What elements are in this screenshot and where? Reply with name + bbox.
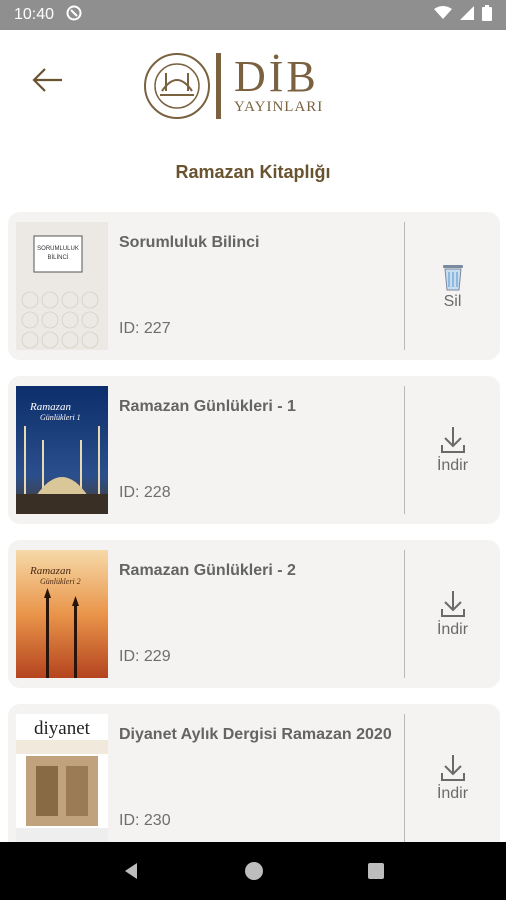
trash-icon [442, 265, 463, 291]
book-id: ID: 228 [119, 484, 171, 501]
download-icon [440, 755, 465, 781]
svg-text:diyanet: diyanet [34, 718, 91, 739]
book-id: ID: 229 [119, 648, 171, 665]
diyanet-seal-icon [144, 53, 210, 119]
book-title: Ramazan Günlükleri - 1 [119, 398, 296, 415]
download-button[interactable]: İndir [405, 704, 500, 852]
book-id: ID: 227 [119, 320, 171, 337]
book-card[interactable]: diyanet Diyanet Aylık Dergisi Ramazan 20… [8, 704, 500, 852]
svg-text:Günlükleri 1: Günlükleri 1 [40, 413, 81, 422]
svg-text:SORUMLULUK: SORUMLULUK [37, 246, 79, 252]
battery-icon [482, 5, 492, 25]
dib-logo: DİB YAYINLARI [142, 50, 362, 122]
book-title: Ramazan Günlükleri - 2 [119, 562, 296, 579]
delete-button[interactable]: Sil [405, 212, 500, 360]
svg-text:Ramazan: Ramazan [29, 565, 71, 577]
book-cover: diyanet [16, 714, 108, 842]
nav-back-icon[interactable] [121, 861, 141, 881]
logo-divider [216, 53, 221, 119]
book-list: SORUMLULUK BİLİNCİ Sorumluluk Bilinci ID… [8, 212, 500, 868]
app-header: DİB YAYINLARI [0, 30, 506, 142]
no-disturb-icon [66, 5, 82, 25]
system-nav-bar [0, 842, 506, 900]
book-cover: Ramazan Günlükleri 2 [16, 550, 108, 678]
arrow-left-icon [32, 68, 62, 92]
svg-text:Günlükleri 2: Günlükleri 2 [40, 577, 81, 586]
back-button[interactable] [28, 62, 68, 98]
nav-recents-icon[interactable] [367, 862, 385, 880]
page-title: Ramazan Kitaplığı [175, 162, 331, 182]
book-card[interactable]: SORUMLULUK BİLİNCİ Sorumluluk Bilinci ID… [8, 212, 500, 360]
download-button[interactable]: İndir [405, 376, 500, 524]
svg-text:BİLİNCİ: BİLİNCİ [47, 254, 68, 261]
action-label: İndir [436, 621, 469, 638]
nav-home-icon[interactable] [244, 861, 264, 881]
status-bar: 10:40 [0, 0, 506, 30]
logo-subtitle: YAYINLARI [234, 98, 324, 115]
svg-text:Ramazan: Ramazan [29, 401, 71, 413]
download-icon [440, 591, 465, 617]
download-button[interactable]: İndir [405, 540, 500, 688]
book-card[interactable]: Ramazan Günlükleri 2 Ramazan Günlükleri … [8, 540, 500, 688]
wifi-icon [434, 6, 452, 24]
book-cover: Ramazan Günlükleri 1 [16, 386, 108, 514]
action-label: İndir [436, 785, 469, 802]
book-card[interactable]: Ramazan Günlükleri 1 Ramazan Günlükleri … [8, 376, 500, 524]
logo-title: DİB [234, 51, 319, 101]
signal-icon [460, 6, 474, 24]
action-label: Sil [443, 293, 462, 310]
book-id: ID: 230 [119, 812, 171, 829]
status-time: 10:40 [14, 6, 55, 23]
book-cover: SORUMLULUK BİLİNCİ [16, 222, 108, 350]
book-title: Diyanet Aylık Dergisi Ramazan 2020 [119, 726, 392, 743]
action-label: İndir [436, 457, 469, 474]
book-title: Sorumluluk Bilinci [119, 234, 260, 251]
download-icon [440, 427, 465, 453]
